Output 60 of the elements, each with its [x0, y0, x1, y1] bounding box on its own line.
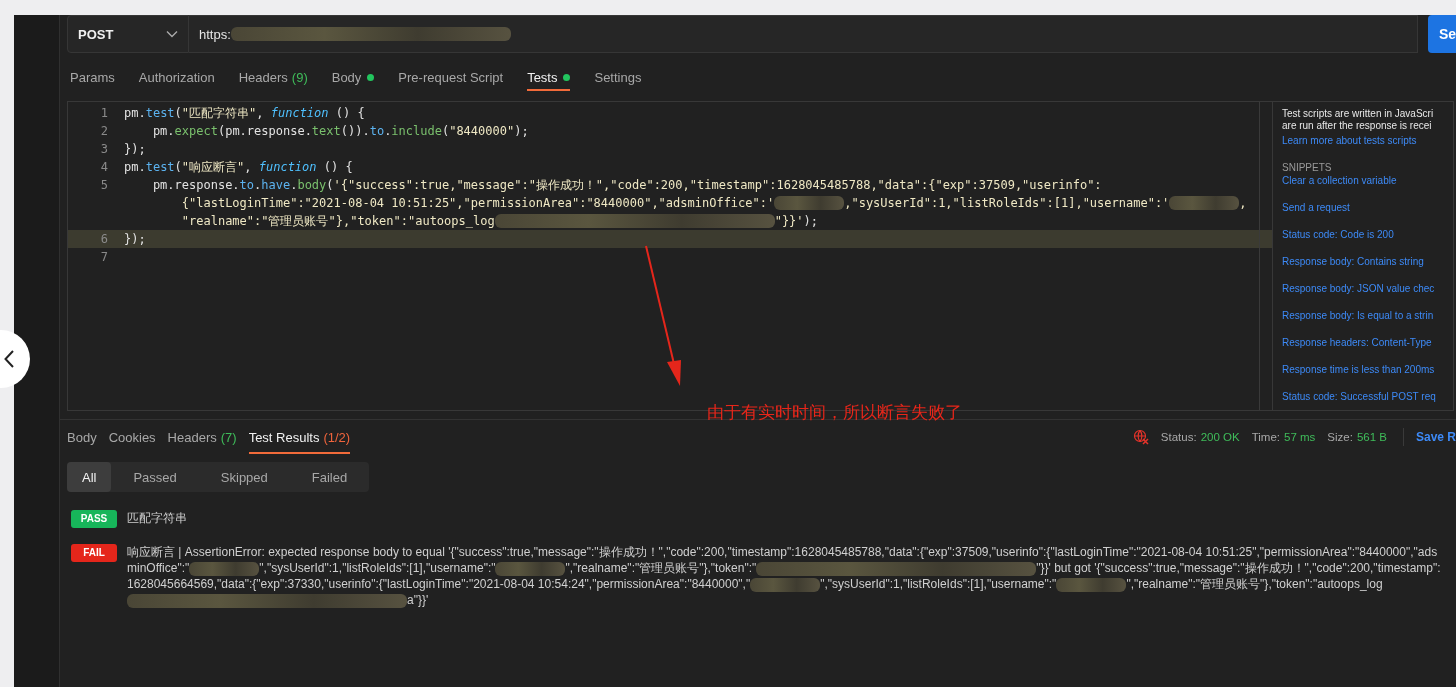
- snippet-link[interactable]: Clear a collection variable: [1282, 175, 1453, 188]
- status-badge: FAIL: [71, 544, 117, 562]
- request-tab[interactable]: Body: [331, 65, 375, 91]
- code-line: pm.test("匹配字符串", function () {: [124, 104, 365, 122]
- response-tab[interactable]: Body: [67, 420, 97, 454]
- code-line: "realname":"管理员账号"},"token":"autoops_log "}}');: [180, 212, 819, 230]
- snippet-link[interactable]: Send a request: [1282, 202, 1453, 215]
- line-number: 7: [99, 250, 109, 264]
- chevron-down-icon: [166, 30, 178, 38]
- snippet-link[interactable]: Response body: Contains string: [1282, 256, 1453, 269]
- line-number: 3: [99, 142, 109, 156]
- snippet-link[interactable]: Response time is less than 200ms: [1282, 364, 1453, 377]
- request-tab[interactable]: Authorization: [138, 65, 215, 91]
- result-message: 响应断言 | AssertionError: expected response body to equal '{"success":true,"message":"操作成功！","code":200,"timestamp":1628045485788,"data":{"exp":37509,"userinfo":{"lastLoginTime":"2021-08-04 10:51:25","permissionArea":"8440000","adsminOffice":" ","sysUserId":1,"listRoleIds":[1],"username":" ","realname":"管理员账号"},"token":" "}}' but got '{"success":true,"message":"操作成功！","code":200,"timestamp":1628045664569,"data":{"exp":37330,"userinfo":{"lastLoginTime":"2021-08-04 10:54:24","permissionArea":"8440000"," ","sysUserId":1,"listRoleIds":[1],"username":" ","realname":"管理员账号"},"token":"autoops_log a"}}': [127, 544, 1442, 608]
- response-tab[interactable]: Headers (7): [167, 420, 237, 454]
- meta-label: Size:: [1327, 431, 1353, 443]
- request-tab[interactable]: Settings: [594, 65, 642, 91]
- meta-value: 561 B: [1356, 431, 1387, 443]
- snippet-link[interactable]: Status code: Code is 200: [1282, 229, 1453, 242]
- snippet-link[interactable]: Response body: Is equal to a strin: [1282, 310, 1453, 323]
- code-line: });: [124, 232, 146, 246]
- filter-option[interactable]: Passed: [111, 462, 199, 492]
- snippets-heading: SNIPPETS: [1282, 162, 1333, 174]
- snippet-link[interactable]: Status code: Successful POST req: [1282, 391, 1453, 404]
- response-tab[interactable]: Cookies: [108, 420, 156, 454]
- line-number: 5: [99, 178, 109, 192]
- line-number: 1: [99, 106, 109, 120]
- line-number: 6: [99, 232, 109, 246]
- save-response-button[interactable]: Save R: [1411, 430, 1456, 444]
- chevron-left-icon: [4, 350, 14, 368]
- status-badge: PASS: [71, 510, 117, 528]
- filter-option[interactable]: Skipped: [198, 462, 290, 492]
- meta-label: Status:: [1160, 431, 1197, 443]
- code-line: pm.expect(pm.response.text()).to.include("8440000");: [151, 124, 529, 138]
- snippet-link[interactable]: Response headers: Content-Type: [1282, 337, 1453, 350]
- annotation-text: 由于有实时时间，所以断言失败了: [707, 402, 962, 424]
- request-tab[interactable]: Params: [70, 65, 115, 91]
- result-message: 匹配字符串: [127, 510, 188, 526]
- meta-label: Time:: [1251, 431, 1280, 443]
- request-tab[interactable]: Pre-request Script: [398, 65, 504, 91]
- filter-option[interactable]: All: [67, 462, 112, 492]
- send-button[interactable]: Se: [1428, 15, 1456, 53]
- help-text: Test scripts are written in JavaScri are run after the response is recei: [1282, 108, 1435, 132]
- meta-value: 200 OK: [1200, 431, 1240, 443]
- url-field[interactable]: https:: [189, 15, 1418, 53]
- code-line: {"lastLoginTime":"2021-08-04 10:51:25","permissionArea":"8440000","adsminOffice":' ,"sysUserId":1,"listRoleIds":[1],"username":' ,: [180, 195, 1247, 211]
- code-line: });: [124, 142, 146, 156]
- globe-error-icon: [1132, 429, 1149, 445]
- request-tab[interactable]: Headers (9): [238, 65, 308, 91]
- code-line: pm.response.to.have.body('{"success":true,"message":"操作成功！","code":200,"timestamp":1628045485788,"data":{"exp":37509,"userinfo":: [151, 176, 1102, 194]
- request-tab[interactable]: Tests: [527, 65, 571, 91]
- response-tab[interactable]: Test Results (1/2): [248, 420, 351, 454]
- line-number: 2: [99, 124, 109, 138]
- filter-option[interactable]: Failed: [289, 462, 370, 492]
- snippet-link[interactable]: Response body: JSON value chec: [1282, 283, 1453, 296]
- code-line: pm.test("响应断言", function () {: [124, 158, 353, 176]
- meta-value: 57 ms: [1284, 431, 1316, 443]
- learn-more-link[interactable]: Learn more about tests scripts: [1282, 135, 1453, 146]
- line-number: 4: [99, 160, 109, 174]
- method-dropdown[interactable]: POST: [67, 15, 189, 53]
